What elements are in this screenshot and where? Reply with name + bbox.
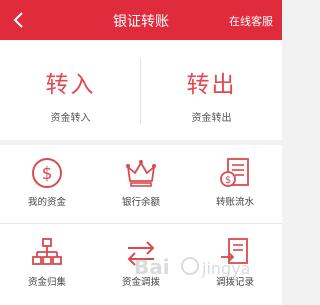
svg-text:$: $ bbox=[42, 164, 53, 184]
transfer-record-icon bbox=[221, 238, 248, 264]
swap-arrows-icon bbox=[127, 241, 155, 266]
my-funds-button[interactable]: $ 我的资金 bbox=[0, 145, 94, 223]
grid-item-label: 资金调拨 bbox=[121, 277, 160, 288]
grid-item-label: 转账流水 bbox=[215, 197, 254, 208]
hierarchy-icon bbox=[32, 238, 62, 265]
grid-item-label: 银行余额 bbox=[121, 197, 160, 208]
transfer-out-title: 转出 bbox=[186, 72, 237, 98]
transfer-panel: 转入 资金转入 转出 资金转出 bbox=[0, 40, 282, 140]
transfer-in-button[interactable]: 转入 资金转入 bbox=[0, 40, 141, 140]
crown-icon bbox=[126, 160, 156, 187]
grid-item-label: 资金归集 bbox=[27, 277, 66, 288]
statement-icon: $ bbox=[220, 158, 249, 187]
transfer-out-subtitle: 资金转出 bbox=[191, 113, 232, 124]
grid-item-label: 调拨记录 bbox=[215, 277, 254, 288]
bank-balance-button[interactable]: 银行余额 bbox=[94, 145, 188, 223]
dollar-circle-icon: $ bbox=[32, 158, 62, 188]
svg-text:$: $ bbox=[225, 175, 231, 186]
grid-item-label: 我的资金 bbox=[27, 197, 66, 208]
allocation-record-button[interactable]: 调拨记录 bbox=[188, 225, 282, 303]
transfer-history-button[interactable]: $ 转账流水 bbox=[188, 145, 282, 223]
transfer-in-title: 转入 bbox=[45, 72, 96, 98]
transfer-in-subtitle: 资金转入 bbox=[50, 113, 91, 124]
transfer-out-button[interactable]: 转出 资金转出 bbox=[141, 40, 282, 140]
function-grid: $ 我的资金 银行余额 $ 转账流水 资金归集 资金调拨 调拨记录 bbox=[0, 145, 282, 305]
fund-collection-button[interactable]: 资金归集 bbox=[0, 225, 94, 303]
online-service-button[interactable]: 在线客服 bbox=[229, 13, 273, 29]
top-bar: 银证转账 在线客服 bbox=[0, 0, 282, 40]
fund-allocation-button[interactable]: 资金调拨 bbox=[94, 225, 188, 303]
divider bbox=[0, 223, 282, 224]
